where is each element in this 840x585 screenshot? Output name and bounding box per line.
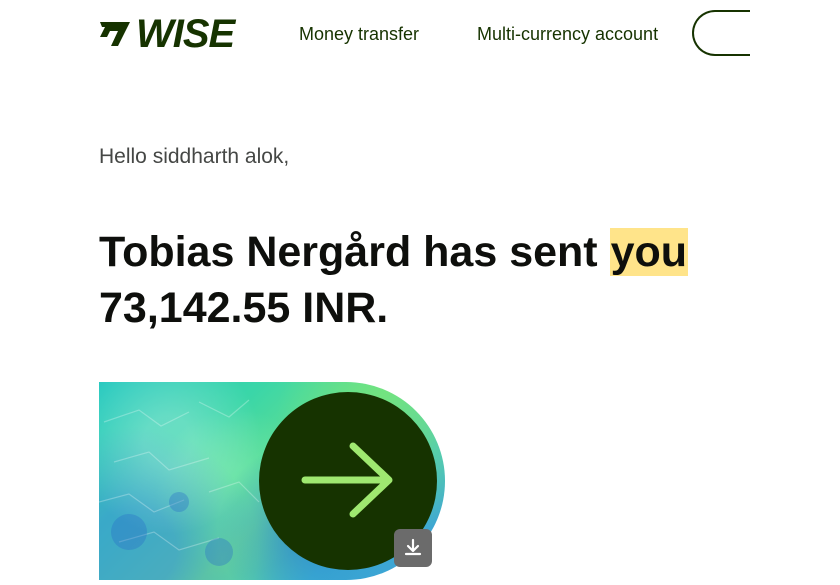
wise-flag-icon	[100, 22, 130, 46]
wise-logo[interactable]: WISE	[98, 13, 246, 55]
headline-amount: 73,142.55 INR.	[99, 284, 389, 332]
headline: Tobias Nergård has sent you 73,142.55 INR…	[99, 224, 799, 336]
arrow-right-icon	[301, 442, 393, 518]
greeting-text: Hello siddharth alok,	[99, 145, 290, 168]
headline-highlight: you	[609, 228, 689, 276]
nav-multi-currency-account[interactable]: Multi-currency account	[477, 24, 658, 45]
nav-money-transfer[interactable]: Money transfer	[299, 24, 419, 45]
download-icon	[404, 538, 422, 556]
download-button[interactable]	[394, 529, 432, 567]
header: WISE Money transfer Multi-currency accou…	[0, 0, 840, 70]
email-page: WISE Money transfer Multi-currency accou…	[0, 0, 840, 585]
headline-sender-text: Tobias Nergård has sent	[99, 228, 610, 276]
logo-text: WISE	[136, 12, 235, 56]
viewport-edge	[750, 0, 840, 70]
